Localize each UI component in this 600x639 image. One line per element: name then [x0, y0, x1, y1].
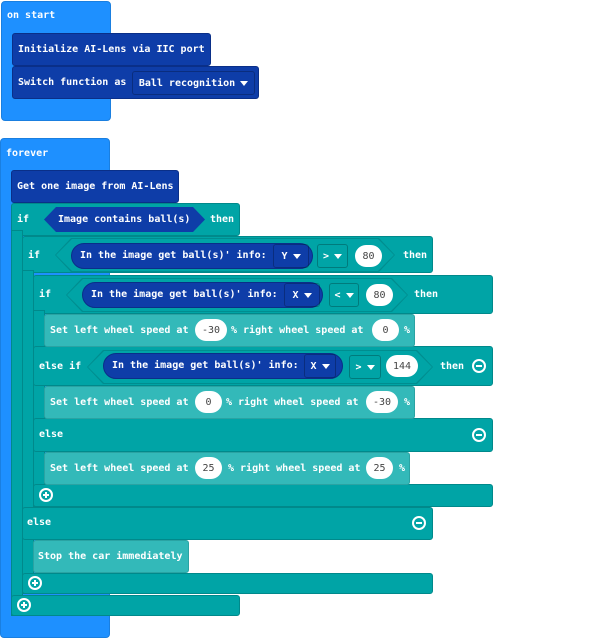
- if-x-footer: [33, 484, 493, 507]
- add-else-if-icon[interactable]: [28, 576, 42, 590]
- then-keyword: then: [440, 361, 465, 372]
- set-left-label: Set left wheel speed at: [50, 325, 189, 336]
- chevron-down-icon: [240, 80, 249, 86]
- axis-dropdown[interactable]: X: [304, 354, 336, 378]
- condition-label: Image contains ball(s): [58, 214, 191, 225]
- if-ball-footer: [11, 595, 240, 616]
- axis-value: X: [292, 289, 299, 301]
- left-speed-input[interactable]: 0: [195, 391, 222, 413]
- if-keyword: if: [17, 214, 30, 225]
- else-row: [33, 418, 493, 452]
- operator-dropdown[interactable]: >: [317, 244, 348, 268]
- chevron-down-icon: [303, 292, 312, 298]
- then-keyword: then: [414, 289, 439, 300]
- right-speed-input[interactable]: 25: [366, 457, 393, 479]
- set-left-label: Set left wheel speed at: [50, 397, 189, 408]
- remove-else-if-icon[interactable]: [472, 359, 486, 373]
- operator-value: >: [322, 250, 330, 262]
- remove-else-icon[interactable]: [412, 516, 426, 530]
- chevron-down-icon: [321, 363, 330, 369]
- if-keyword: if: [39, 289, 52, 300]
- set-right-label: % right wheel speed at: [226, 397, 359, 408]
- get-image-label: Get one image from AI-Lens: [17, 181, 174, 192]
- set-left-label: Set left wheel speed at: [50, 463, 189, 474]
- else-if-keyword: else if: [39, 361, 82, 372]
- percent-label: %: [399, 463, 406, 474]
- function-dropdown-value: Ball recognition: [138, 77, 236, 89]
- function-dropdown[interactable]: Ball recognition: [132, 71, 255, 95]
- chevron-down-icon: [345, 292, 354, 298]
- axis-value: Y: [281, 250, 288, 262]
- percent-label: %: [404, 397, 411, 408]
- add-else-if-icon[interactable]: [39, 488, 53, 502]
- on-start-label: on start: [7, 10, 56, 21]
- ball-info-label: In the image get ball(s)' info:: [80, 250, 267, 261]
- set-right-label: % right wheel speed at: [231, 325, 364, 336]
- switch-function-label: Switch function as: [18, 77, 127, 88]
- axis-value: X: [310, 360, 317, 372]
- chevron-down-icon: [292, 253, 301, 259]
- operator-value: <: [334, 289, 341, 301]
- add-else-if-icon[interactable]: [17, 598, 31, 612]
- else-keyword: else: [39, 429, 64, 440]
- operator-dropdown[interactable]: <: [329, 283, 359, 307]
- operator-dropdown[interactable]: >: [349, 355, 381, 379]
- stop-car-label: Stop the car immediately: [38, 551, 183, 562]
- init-ai-lens-label: Initialize AI-Lens via IIC port: [18, 44, 205, 55]
- axis-dropdown[interactable]: X: [284, 283, 320, 307]
- right-speed-input[interactable]: 0: [372, 319, 399, 341]
- else-y-row: [22, 507, 433, 540]
- ball-info-label: In the image get ball(s)' info:: [91, 289, 278, 300]
- if-y-footer: [22, 573, 433, 594]
- chevron-down-icon: [366, 364, 375, 370]
- remove-else-icon[interactable]: [472, 428, 486, 442]
- ball-info-label: In the image get ball(s)' info:: [112, 360, 299, 371]
- compare-value-input[interactable]: 80: [366, 284, 393, 306]
- percent-label: %: [404, 325, 411, 336]
- right-speed-input[interactable]: -30: [366, 391, 398, 413]
- axis-dropdown[interactable]: Y: [273, 244, 309, 268]
- forever-label: forever: [6, 148, 49, 159]
- compare-value-input[interactable]: 80: [355, 245, 382, 267]
- then-keyword: then: [210, 214, 235, 225]
- else-keyword: else: [27, 517, 52, 528]
- if-keyword: if: [28, 250, 41, 261]
- set-right-label: % right wheel speed at: [228, 463, 361, 474]
- compare-value-input[interactable]: 144: [386, 355, 418, 377]
- then-keyword: then: [403, 250, 428, 261]
- chevron-down-icon: [334, 253, 343, 259]
- left-speed-input[interactable]: 25: [195, 457, 222, 479]
- operator-value: >: [355, 361, 362, 373]
- left-speed-input[interactable]: -30: [195, 319, 227, 341]
